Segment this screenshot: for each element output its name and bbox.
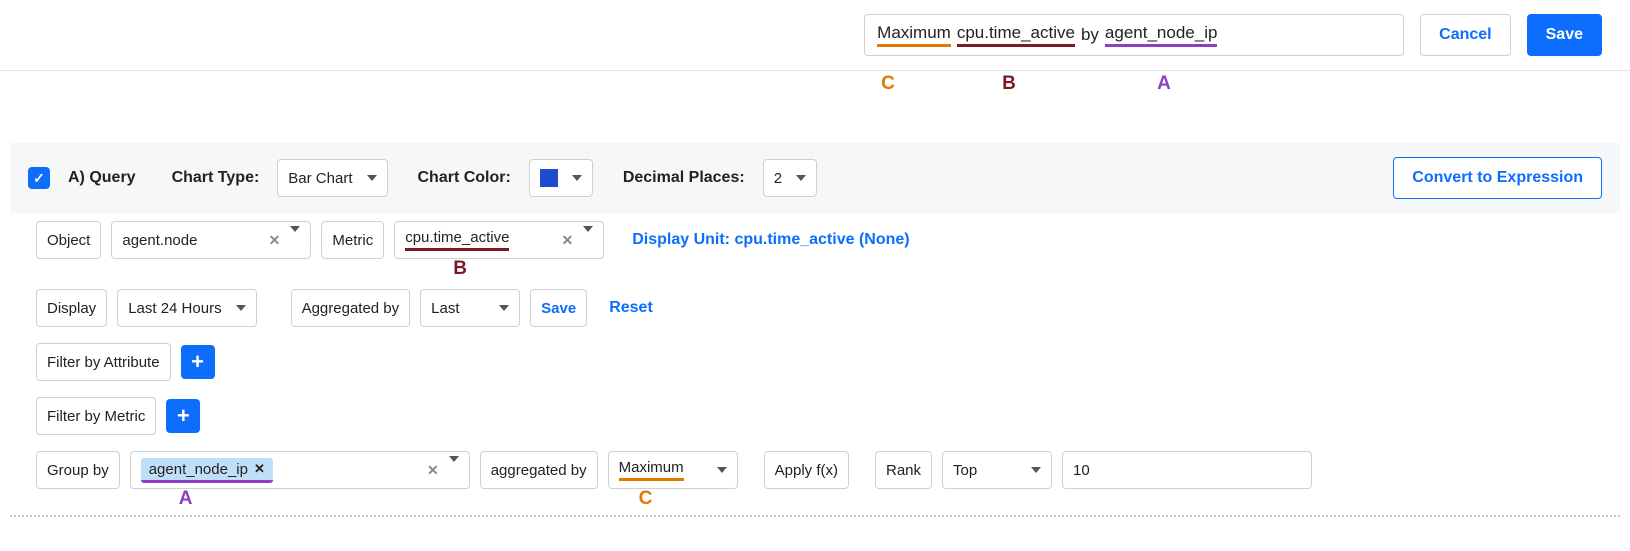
reset-link[interactable]: Reset <box>609 299 653 317</box>
chevron-down-icon <box>499 305 509 311</box>
group-by-label: Group by <box>36 451 120 489</box>
group-aggregated-select[interactable]: Maximum C <box>608 451 738 489</box>
group-by-chip-value: agent_node_ip <box>149 461 248 478</box>
group-aggregated-label: aggregated by <box>480 451 598 489</box>
rank-value: Top <box>953 462 977 479</box>
annotation-letter-b: B <box>453 258 467 280</box>
chevron-down-icon <box>583 226 593 249</box>
aggregated-by-label: Aggregated by <box>291 289 411 327</box>
title-seg-metric: cpu.time_active <box>957 23 1075 47</box>
chevron-down-icon <box>1031 467 1041 473</box>
object-label: Object <box>36 221 101 259</box>
plus-icon: + <box>191 349 204 375</box>
chevron-down-icon <box>236 305 246 311</box>
filter-by-metric-row: Filter by Metric + <box>0 389 1630 443</box>
chart-type-value: Bar Chart <box>288 170 352 187</box>
title-seg-maximum: Maximum <box>877 23 951 47</box>
chevron-down-icon <box>449 456 459 479</box>
clear-metric-icon[interactable]: ✕ <box>557 232 577 248</box>
aggregated-by-value: Last <box>431 300 459 317</box>
annotation-letter-b: B <box>934 73 1084 95</box>
object-metric-row: Object agent.node ✕ Metric cpu.time_acti… <box>0 213 1630 267</box>
title-seg-by: by <box>1081 25 1099 46</box>
rank-label: Rank <box>875 451 932 489</box>
plus-icon: + <box>177 403 190 429</box>
rank-count-value: 10 <box>1073 462 1090 479</box>
chevron-down-icon <box>290 226 300 249</box>
query-enabled-checkbox[interactable] <box>28 167 50 189</box>
metric-label: Metric <box>321 221 384 259</box>
chevron-down-icon <box>572 175 582 181</box>
clear-group-by-icon[interactable]: ✕ <box>423 462 443 478</box>
apply-fx-button[interactable]: Apply f(x) <box>764 451 849 489</box>
object-value: agent.node <box>122 232 197 249</box>
annotation-letter-c: C <box>842 73 934 95</box>
display-row: Display Last 24 Hours Aggregated by Last… <box>0 281 1630 335</box>
filter-by-attribute-row: Filter by Attribute + <box>0 335 1630 389</box>
chart-type-label: Chart Type: <box>172 169 260 187</box>
filter-metric-label: Filter by Metric <box>36 397 156 435</box>
title-seg-groupby: agent_node_ip <box>1105 23 1218 47</box>
filter-attribute-label: Filter by Attribute <box>36 343 171 381</box>
color-swatch-icon <box>540 169 558 187</box>
rank-count-input[interactable]: 10 <box>1062 451 1312 489</box>
chevron-down-icon <box>367 175 377 181</box>
group-by-select[interactable]: agent_node_ip ✕ ✕ A <box>130 451 470 489</box>
display-label: Display <box>36 289 107 327</box>
group-by-row: Group by agent_node_ip ✕ ✕ A aggregated … <box>0 443 1630 497</box>
save-display-button[interactable]: Save <box>530 289 587 327</box>
clear-object-icon[interactable]: ✕ <box>265 232 285 248</box>
decimal-places-label: Decimal Places: <box>623 169 745 187</box>
convert-to-expression-button[interactable]: Convert to Expression <box>1393 157 1602 199</box>
annotation-letter-c: C <box>639 488 653 510</box>
annotation-letter-a: A <box>1084 73 1244 95</box>
group-aggregated-value: Maximum <box>619 459 684 481</box>
chart-color-select[interactable] <box>529 159 593 197</box>
metric-value: cpu.time_active <box>405 229 509 251</box>
save-button[interactable]: Save <box>1527 14 1602 56</box>
query-label: A) Query <box>68 169 136 187</box>
rank-select[interactable]: Top <box>942 451 1052 489</box>
remove-chip-icon[interactable]: ✕ <box>254 461 265 477</box>
display-unit-link[interactable]: Display Unit: cpu.time_active (None) <box>632 231 909 249</box>
add-attribute-filter-button[interactable]: + <box>181 345 215 379</box>
chevron-down-icon <box>717 467 727 473</box>
metric-select[interactable]: cpu.time_active ✕ B <box>394 221 604 259</box>
chart-color-label: Chart Color: <box>418 169 511 187</box>
display-range-select[interactable]: Last 24 Hours <box>117 289 256 327</box>
display-range-value: Last 24 Hours <box>128 300 221 317</box>
annotation-letter-a: A <box>179 488 193 510</box>
decimal-places-select[interactable]: 2 <box>763 159 817 197</box>
object-select[interactable]: agent.node ✕ <box>111 221 311 259</box>
cancel-button[interactable]: Cancel <box>1420 14 1510 56</box>
aggregated-by-select[interactable]: Last <box>420 289 520 327</box>
chart-title-input[interactable]: Maximum cpu.time_active by agent_node_ip <box>864 14 1404 56</box>
divider <box>10 515 1620 517</box>
group-by-chip[interactable]: agent_node_ip ✕ <box>141 458 273 483</box>
chart-type-select[interactable]: Bar Chart <box>277 159 387 197</box>
chevron-down-icon <box>796 175 806 181</box>
query-panel-header: A) Query Chart Type: Bar Chart Chart Col… <box>10 143 1620 213</box>
add-metric-filter-button[interactable]: + <box>166 399 200 433</box>
decimal-places-value: 2 <box>774 170 782 187</box>
